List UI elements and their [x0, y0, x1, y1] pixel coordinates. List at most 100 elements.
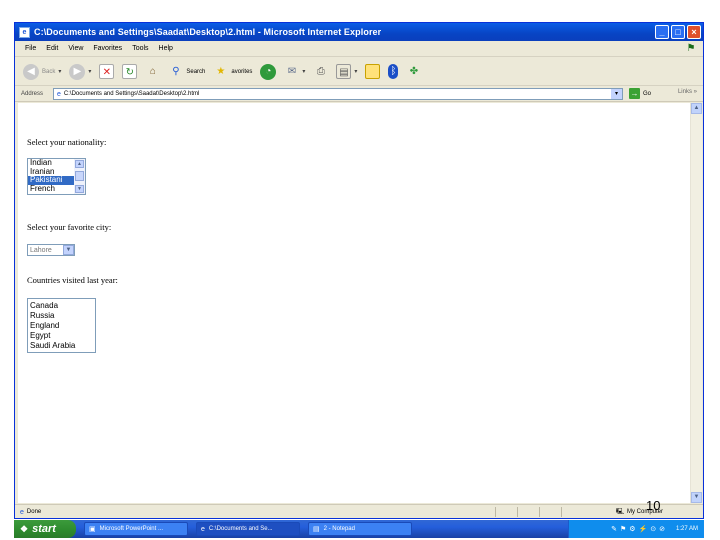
address-value: C:\Documents and Settings\Saadat\Desktop…: [63, 91, 200, 97]
back-label: Back: [42, 68, 56, 75]
status-cell: [495, 507, 515, 517]
edit-page-icon: ▤: [336, 64, 352, 79]
address-input[interactable]: e C:\Documents and Settings\Saadat\Deskt…: [53, 88, 623, 100]
back-dropdown-icon[interactable]: ▾: [58, 68, 61, 75]
favorites-button[interactable]: ★ avorites: [213, 64, 252, 79]
ie-page-icon: e: [19, 26, 30, 38]
task-label: C:\Documents and Se...: [208, 526, 273, 532]
history-icon: ◔: [260, 63, 277, 80]
start-label: start: [32, 523, 56, 535]
status-cell: [539, 507, 559, 517]
back-button[interactable]: ◀ Back ▾: [23, 63, 61, 80]
tray-icons[interactable]: ✎⚑⚙⚡⊙⊘: [611, 525, 668, 533]
bluetooth-button[interactable]: ᛒ: [388, 64, 399, 79]
menu-view[interactable]: View: [68, 45, 83, 52]
country-option[interactable]: England: [28, 321, 95, 331]
edit-button[interactable]: ▤ ▾: [336, 64, 357, 79]
history-button[interactable]: ◔: [260, 63, 277, 80]
page-content: Select your nationality: Indian Iranian …: [18, 103, 690, 503]
menu-help[interactable]: Help: [159, 45, 173, 52]
chevron-down-icon[interactable]: ▼: [63, 245, 74, 255]
ie-icon: e: [201, 525, 205, 533]
minimize-button[interactable]: _: [655, 25, 669, 39]
go-label: Go: [643, 90, 652, 97]
print-button[interactable]: ⎙: [313, 64, 328, 79]
home-button[interactable]: ⌂: [145, 64, 160, 79]
links-toolbar[interactable]: Links »: [678, 89, 697, 95]
mail-dropdown-icon[interactable]: ▾: [302, 68, 305, 75]
favorites-label: avorites: [231, 68, 253, 75]
task-ie[interactable]: e C:\Documents and Se...: [196, 522, 300, 536]
scroll-up-icon[interactable]: ▲: [75, 160, 84, 168]
countries-listbox[interactable]: Canada Russia England Egypt Saudi Arabia: [27, 298, 96, 353]
go-arrow-icon: →: [629, 88, 640, 99]
address-bar: Address e C:\Documents and Settings\Saad…: [15, 87, 703, 102]
menu-tools[interactable]: Tools: [132, 45, 148, 52]
print-icon: ⎙: [316, 66, 325, 77]
forward-dropdown-icon[interactable]: ▾: [88, 68, 91, 75]
slide-number: 10: [646, 498, 661, 513]
title-bar[interactable]: e C:\Documents and Settings\Saadat\Deskt…: [15, 23, 703, 41]
scroll-thumb[interactable]: [75, 171, 84, 181]
status-cell: [517, 507, 537, 517]
status-text: Done: [26, 509, 42, 515]
computer-icon: 🖳: [615, 509, 624, 515]
country-option[interactable]: Egypt: [28, 331, 95, 341]
close-button[interactable]: ×: [687, 25, 701, 39]
country-option[interactable]: Russia: [28, 311, 95, 321]
search-label: Search: [186, 68, 206, 75]
back-arrow-icon: ◀: [23, 63, 39, 80]
menu-bar: File Edit View Favorites Tools Help ⚑: [15, 41, 703, 57]
go-button[interactable]: → Go: [629, 88, 651, 99]
nationality-scrollbar[interactable]: ▲ ▼: [74, 159, 85, 194]
city-label: Select your favorite city:: [27, 222, 112, 232]
mail-icon: ✉: [287, 66, 297, 77]
toolbar: ◀ Back ▾ ▶ ▾ ✕ ↻ ⌂ ⚲ Search ★ avorites ◔…: [15, 58, 703, 86]
nationality-listbox[interactable]: Indian Iranian Pakistani French ▲ ▼: [27, 158, 86, 195]
stop-button[interactable]: ✕: [99, 64, 115, 79]
page-vertical-scrollbar[interactable]: ▲ ▼: [690, 103, 702, 503]
mail-button[interactable]: ✉ ▾: [284, 64, 306, 79]
status-cell: [561, 507, 581, 517]
stop-icon: ✕: [99, 64, 115, 79]
address-dropdown-icon[interactable]: ▾: [611, 89, 622, 99]
scroll-up-icon[interactable]: ▲: [691, 103, 702, 114]
task-label: Microsoft PowerPoint ...: [99, 526, 163, 532]
task-powerpoint[interactable]: ▣ Microsoft PowerPoint ...: [84, 522, 188, 536]
edit-dropdown-icon[interactable]: ▾: [354, 68, 357, 75]
window-controls: _ □ ×: [655, 25, 701, 39]
scroll-down-icon[interactable]: ▼: [691, 492, 702, 503]
note-icon: [365, 64, 381, 79]
menu-file[interactable]: File: [25, 45, 36, 52]
scroll-down-icon[interactable]: ▼: [75, 185, 84, 193]
discuss-button[interactable]: [365, 64, 381, 79]
task-notepad[interactable]: ▤ 2 - Notepad: [308, 522, 412, 536]
home-icon: ⌂: [149, 66, 156, 77]
done-page-icon: e: [20, 508, 24, 516]
refresh-button[interactable]: ↻: [122, 64, 138, 79]
city-select-value: Lahore: [30, 246, 52, 254]
task-label: 2 - Notepad: [323, 526, 355, 532]
menu-favorites[interactable]: Favorites: [93, 45, 122, 52]
search-button[interactable]: ⚲ Search: [168, 64, 205, 79]
forward-arrow-icon: ▶: [69, 63, 86, 80]
links-label: Links: [677, 89, 692, 95]
taskbar: ❖ start ▣ Microsoft PowerPoint ... e C:\…: [14, 520, 704, 538]
maximize-button[interactable]: □: [671, 25, 685, 39]
window-title: C:\Documents and Settings\Saadat\Desktop…: [34, 27, 382, 37]
forward-button[interactable]: ▶ ▾: [69, 63, 91, 80]
page-icon: e: [57, 90, 61, 98]
favorites-star-icon: ★: [216, 66, 226, 77]
menu-edit[interactable]: Edit: [46, 45, 58, 52]
clock[interactable]: 1:27 AM: [676, 526, 698, 532]
nationality-label: Select your nationality:: [27, 137, 107, 147]
status-bar: e Done 🖳 My Computer: [15, 504, 703, 518]
status-cells: [495, 507, 581, 517]
messenger-button[interactable]: ✤: [406, 64, 421, 79]
windows-logo-icon: ❖: [20, 523, 29, 534]
country-option[interactable]: Saudi Arabia: [28, 341, 95, 351]
start-button[interactable]: ❖ start: [14, 520, 76, 538]
country-option[interactable]: Canada: [28, 301, 95, 311]
city-select[interactable]: Lahore ▼: [27, 244, 75, 256]
notepad-icon: ▤: [313, 526, 320, 533]
